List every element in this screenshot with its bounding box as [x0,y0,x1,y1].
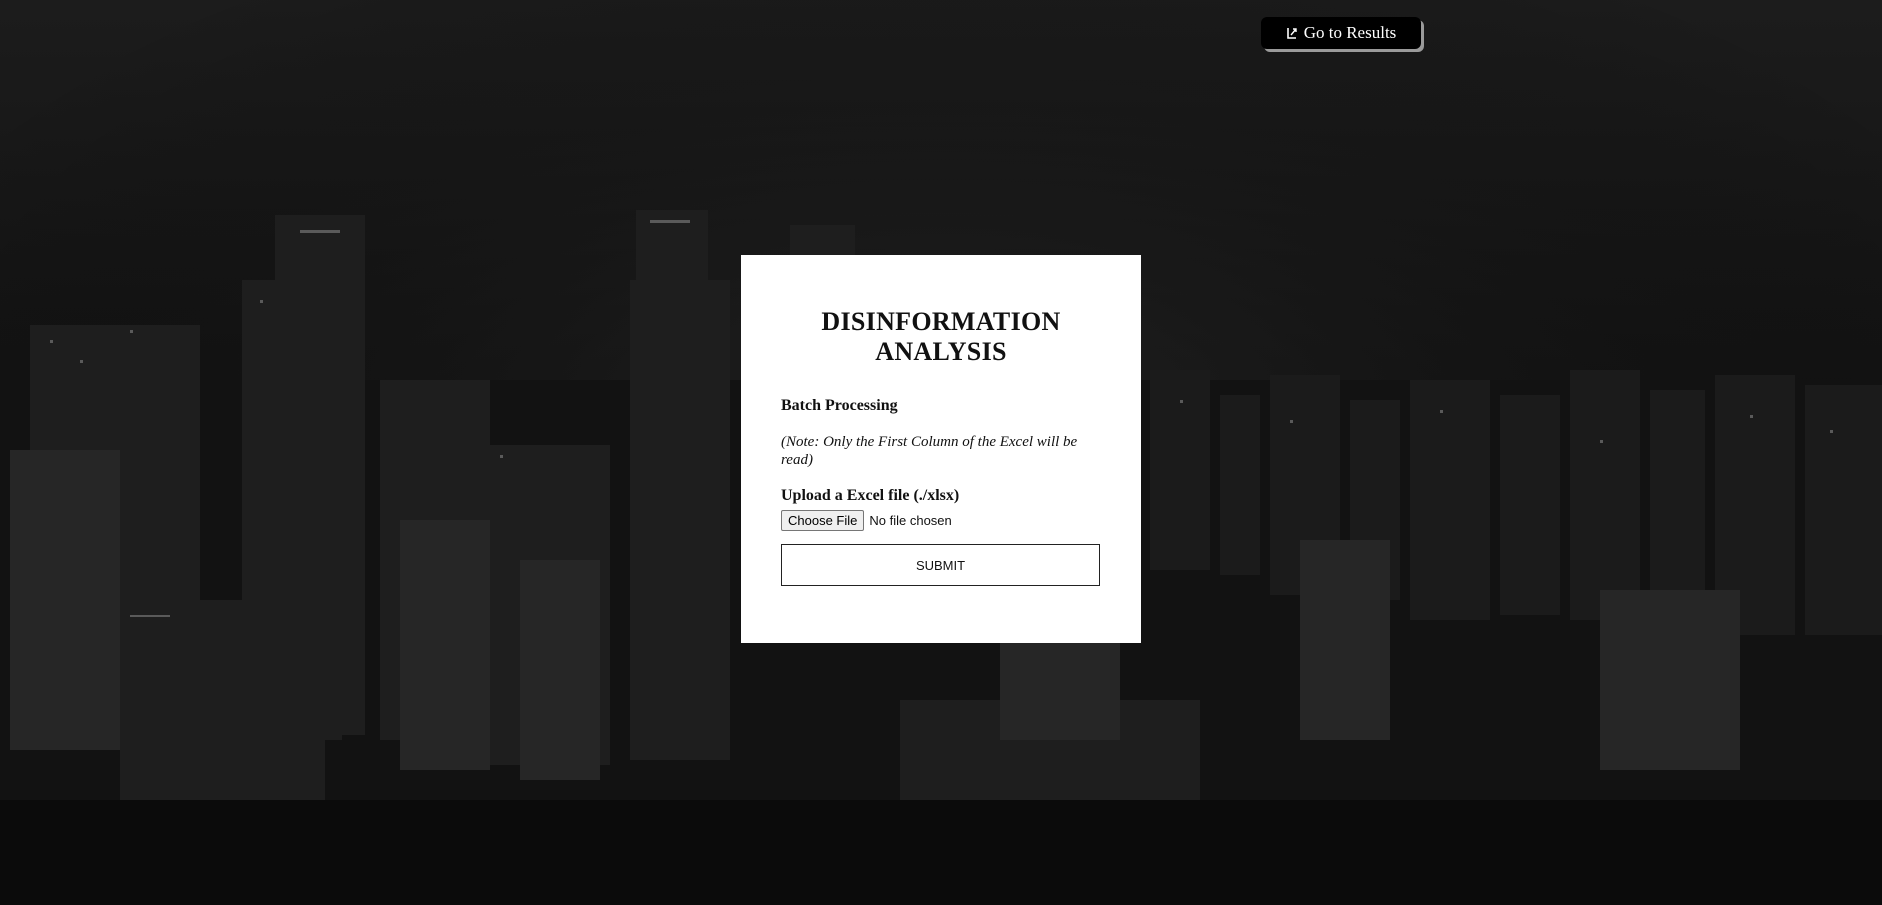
batch-processing-heading: Batch Processing [781,397,898,414]
file-input: Choose File No file chosen [781,510,1101,531]
page-title: DISINFORMATION ANALYSIS [821,307,1061,366]
file-status: No file chosen [869,513,952,528]
disinformation-analysis-card: DISINFORMATION ANALYSIS Batch Processing… [741,255,1141,643]
excel-note: (Note: Only the First Column of the Exce… [781,434,1078,468]
external-link-icon [1286,28,1297,39]
go-to-results-button[interactable]: Go to Results [1261,17,1421,49]
choose-file-button[interactable]: Choose File [781,510,865,531]
submit-button[interactable]: SUBMIT [781,544,1100,586]
go-to-results-label: Go to Results [1303,23,1397,42]
upload-label: Upload a Excel file (./xlsx) [781,487,960,504]
